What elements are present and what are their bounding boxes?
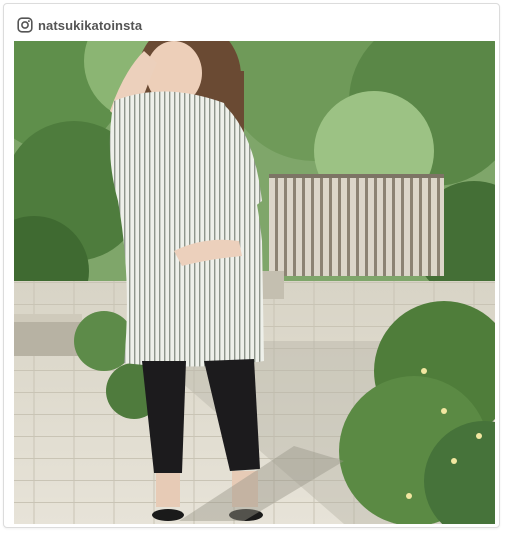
post-header: natsukikatoinsta [17, 15, 142, 35]
instagram-icon[interactable] [17, 17, 33, 33]
account-username[interactable]: natsukikatoinsta [38, 18, 142, 33]
post-photo[interactable] [14, 41, 495, 524]
photo-scene [14, 41, 495, 524]
instagram-embed-card: natsukikatoinsta [3, 3, 500, 528]
